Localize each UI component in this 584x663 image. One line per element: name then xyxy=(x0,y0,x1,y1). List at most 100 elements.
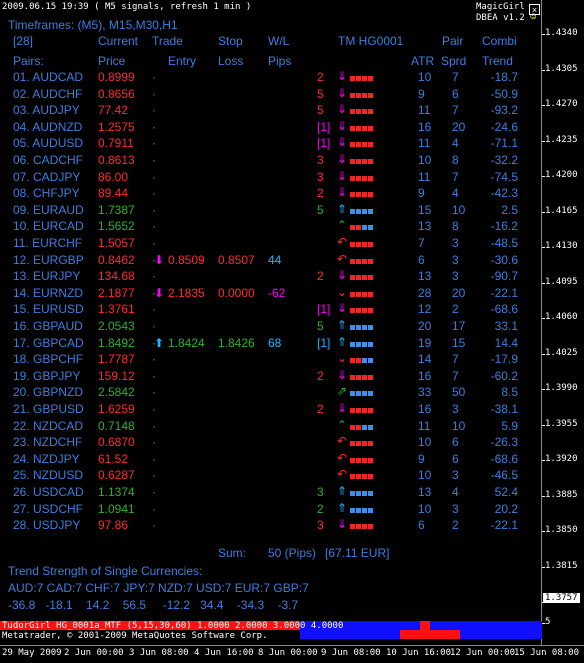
signal-down-icon: ⇓ xyxy=(337,168,348,183)
spread-value: 3 xyxy=(452,269,459,284)
current-price: 2.1877 xyxy=(98,285,135,300)
signal-down-icon: ⇓ xyxy=(337,268,348,283)
atr-value: 20 xyxy=(418,319,432,333)
timeframe-bars xyxy=(350,336,374,347)
price-tick: 1.4340 xyxy=(542,28,578,38)
price-tick: 1.3990 xyxy=(542,383,578,393)
atr-value: 6 xyxy=(418,518,425,533)
pair-name: 04. AUDNZD xyxy=(13,119,83,134)
pair-row[interactable]: 04. AUDNZD 1.2575 · [1] ⇓ 16 20 -24.6 xyxy=(0,120,542,136)
pair-row[interactable]: 05. AUDUSD 0.7911 · [1] ⇓ 11 4 -71.1 xyxy=(0,136,542,152)
trade-dot: · xyxy=(152,86,156,101)
timeframe-bars xyxy=(350,286,374,297)
pair-row[interactable]: 03. AUDJPY 77.42 · 5 ⇓ 11 7 -93.2 xyxy=(0,103,542,119)
timeframe-bars xyxy=(350,219,374,231)
atr-value: 12 xyxy=(418,302,432,317)
pair-row[interactable]: 01. AUDCAD 0.8999 · 2 ⇓ 10 7 -18.7 xyxy=(0,70,542,86)
spread-value: 4 xyxy=(452,136,459,151)
combi-trend: -60.2 xyxy=(490,368,518,383)
pair-row[interactable]: 02. AUDCHF 0.8656 · 5 ⇓ 9 6 -50.9 xyxy=(0,87,542,103)
header-current: Current xyxy=(98,34,139,48)
pair-row[interactable]: 18. GBPCHF 1.7787 · ⌄ 14 7 -17.9 xyxy=(0,352,542,368)
price-axis[interactable]: 1.4340 1.4305 1.4270 1.4235 1.4200 1.4165 1.41… xyxy=(541,0,584,645)
current-price-marker: 1.3757 xyxy=(543,593,580,603)
combi-trend: 20.2 xyxy=(494,501,518,516)
trade-dot: · xyxy=(152,136,156,151)
close-chart-button[interactable]: × xyxy=(529,4,540,15)
current-price: 0.8462 xyxy=(98,252,135,267)
pair-row[interactable]: 09. EURAUD 1.7387 · 5 ⇑ 15 10 2.5 xyxy=(0,203,542,219)
combi-trend: -17.9 xyxy=(490,352,518,367)
spread-value: 4 xyxy=(452,186,459,201)
combi-trend: 33.1 xyxy=(494,319,518,333)
signal-uphook-icon: ⇗ xyxy=(337,384,348,399)
current-price: 1.5057 xyxy=(98,236,135,250)
spread-value: 3 xyxy=(452,501,459,516)
combi-trend: 5.9 xyxy=(501,418,518,433)
pair-row[interactable]: 26. USDCAD 1.1374 · 3 ⇑ 13 4 52.4 xyxy=(0,485,542,501)
stop-loss: 0.8507 xyxy=(218,252,255,267)
spread-value: 50 xyxy=(452,385,466,400)
signal-down-icon: ⇓ xyxy=(337,367,348,382)
signal-down-icon: ⇓ xyxy=(337,102,348,117)
pair-row[interactable]: 23. NZDCHF 0.6870 · ↶ 10 6 -26.3 xyxy=(0,435,542,451)
pair-row[interactable]: 25. NZDUSD 0.6287 · ↶ 10 3 -46.5 xyxy=(0,468,542,484)
timeframe-bars xyxy=(350,435,374,447)
pair-name: 16. GBPAUD xyxy=(13,319,83,333)
pair-row[interactable]: 12. EURGBP 0.8462 · ⬇ 0.8509 0.8507 44 ↶ 6 3 -30.6 xyxy=(0,253,542,269)
chart-area[interactable]: 2009.06.15 19:39 ( M5 signals, refresh 1… xyxy=(0,0,542,645)
signal-star-icon: ⌃ xyxy=(337,417,348,432)
timeframe-bars xyxy=(350,186,374,198)
pair-row[interactable]: 24. NZDJPY 61.52 · ↶ 9 6 -68.6 xyxy=(0,452,542,468)
pair-row[interactable]: 14. EURNZD 2.1877 · ⬇ 2.1835 0.0000 -62 ⌄ 28 20 -2… xyxy=(0,286,542,302)
timeframe-bars xyxy=(350,369,374,380)
pair-row[interactable]: 15. EURUSD 1.3761 · [1] ⇓ 12 2 -68.6 xyxy=(0,302,542,318)
signal-count: [1] xyxy=(317,335,331,350)
signal-hook-icon: ↶ xyxy=(337,235,348,249)
price-tick: 1.4305 xyxy=(542,63,578,74)
pair-row[interactable]: 27. USDCHF 1.0941 · 2 ⇑ 10 3 20.2 xyxy=(0,502,542,518)
indicator-subwindow[interactable]: TudorGirl HG_0001a_MTF (5,15,30,60) 1.00… xyxy=(0,621,542,641)
ea-name-label: MagicGirl DBEA v1.2 xyxy=(476,2,525,23)
signal-count: 3 xyxy=(317,169,324,184)
pair-row[interactable]: 11. EURCHF 1.5057 · ↶ 7 3 -48.5 xyxy=(0,236,542,252)
atr-value: 16 xyxy=(418,368,432,383)
combi-trend: -74.5 xyxy=(490,169,518,184)
combi-trend: 2.5 xyxy=(501,202,518,217)
pair-row[interactable]: 19. GBPJPY 159.12 · 2 ⇓ 16 7 -60.2 xyxy=(0,369,542,385)
pair-row[interactable]: 07. CADJPY 86.00 · 3 ⇓ 11 7 -74.5 xyxy=(0,170,542,186)
pair-row[interactable]: 21. GBPUSD 1.6259 · 2 ⇓ 16 3 -38.1 xyxy=(0,402,542,418)
spread-value: 6 xyxy=(452,86,459,101)
current-price: 61.52 xyxy=(98,451,129,466)
entry-price: 1.8424 xyxy=(168,335,205,350)
atr-value: 10 xyxy=(418,70,432,84)
stop-loss: 1.8426 xyxy=(218,335,255,350)
pair-row[interactable]: 22. NZDCAD 0.7148 · ⌃ 11 10 5.9 xyxy=(0,419,542,435)
pair-row[interactable]: 28. USDJPY 97.86 · 3 ⇓ 6 2 -22.1 xyxy=(0,518,542,534)
signal-count: 5 xyxy=(317,319,324,333)
combi-trend: -38.1 xyxy=(490,402,518,416)
pair-row[interactable]: 16. GBPAUD 2.0543 · 5 ⇑ 20 17 33.1 xyxy=(0,319,542,335)
pair-row[interactable]: 17. GBPCAD 1.8492 · ⬆ 1.8424 1.8426 68 [1] ⇑ 19 15… xyxy=(0,336,542,352)
strength-title: Trend Strength of Single Currencies: xyxy=(8,564,203,578)
current-price: 1.7387 xyxy=(98,202,135,217)
pair-row[interactable]: 06. CADCHF 0.8613 · 3 ⇓ 10 8 -32.2 xyxy=(0,153,542,169)
atr-value: 13 xyxy=(418,485,432,499)
sum-eur: [67.11 EUR] xyxy=(325,546,390,560)
combi-trend: -50.9 xyxy=(490,86,518,101)
pair-name: 22. NZDCAD xyxy=(13,418,84,433)
signal-down-icon: ⇓ xyxy=(337,118,348,133)
signal-down-icon: ⇓ xyxy=(337,301,348,316)
pair-row[interactable]: 20. GBPNZD 2.5842 · ⇗ 33 50 8.5 xyxy=(0,385,542,401)
time-tick: 8 Jun 00:00 xyxy=(258,648,318,658)
pair-row[interactable]: 10. EURCAD 1.5652 · ⌃ 13 8 -16.2 xyxy=(0,219,542,235)
atr-value: 10 xyxy=(418,501,432,516)
spread-value: 10 xyxy=(452,202,466,217)
price-tick: 1.3885 xyxy=(542,489,578,500)
atr-value: 33 xyxy=(418,385,432,400)
time-axis[interactable]: 29 May 2009 2 Jun 00:00 3 Jun 08:00 4 Jun 1… xyxy=(0,645,584,663)
pair-row[interactable]: 08. CHFJPY 89.44 · 2 ⇓ 9 4 -42.3 xyxy=(0,186,542,202)
pair-row[interactable]: 13. EURJPY 134.68 · 2 ⇓ 13 3 -90.7 xyxy=(0,269,542,285)
header-wl: W/L xyxy=(268,34,290,48)
trade-dot: · xyxy=(152,501,156,516)
